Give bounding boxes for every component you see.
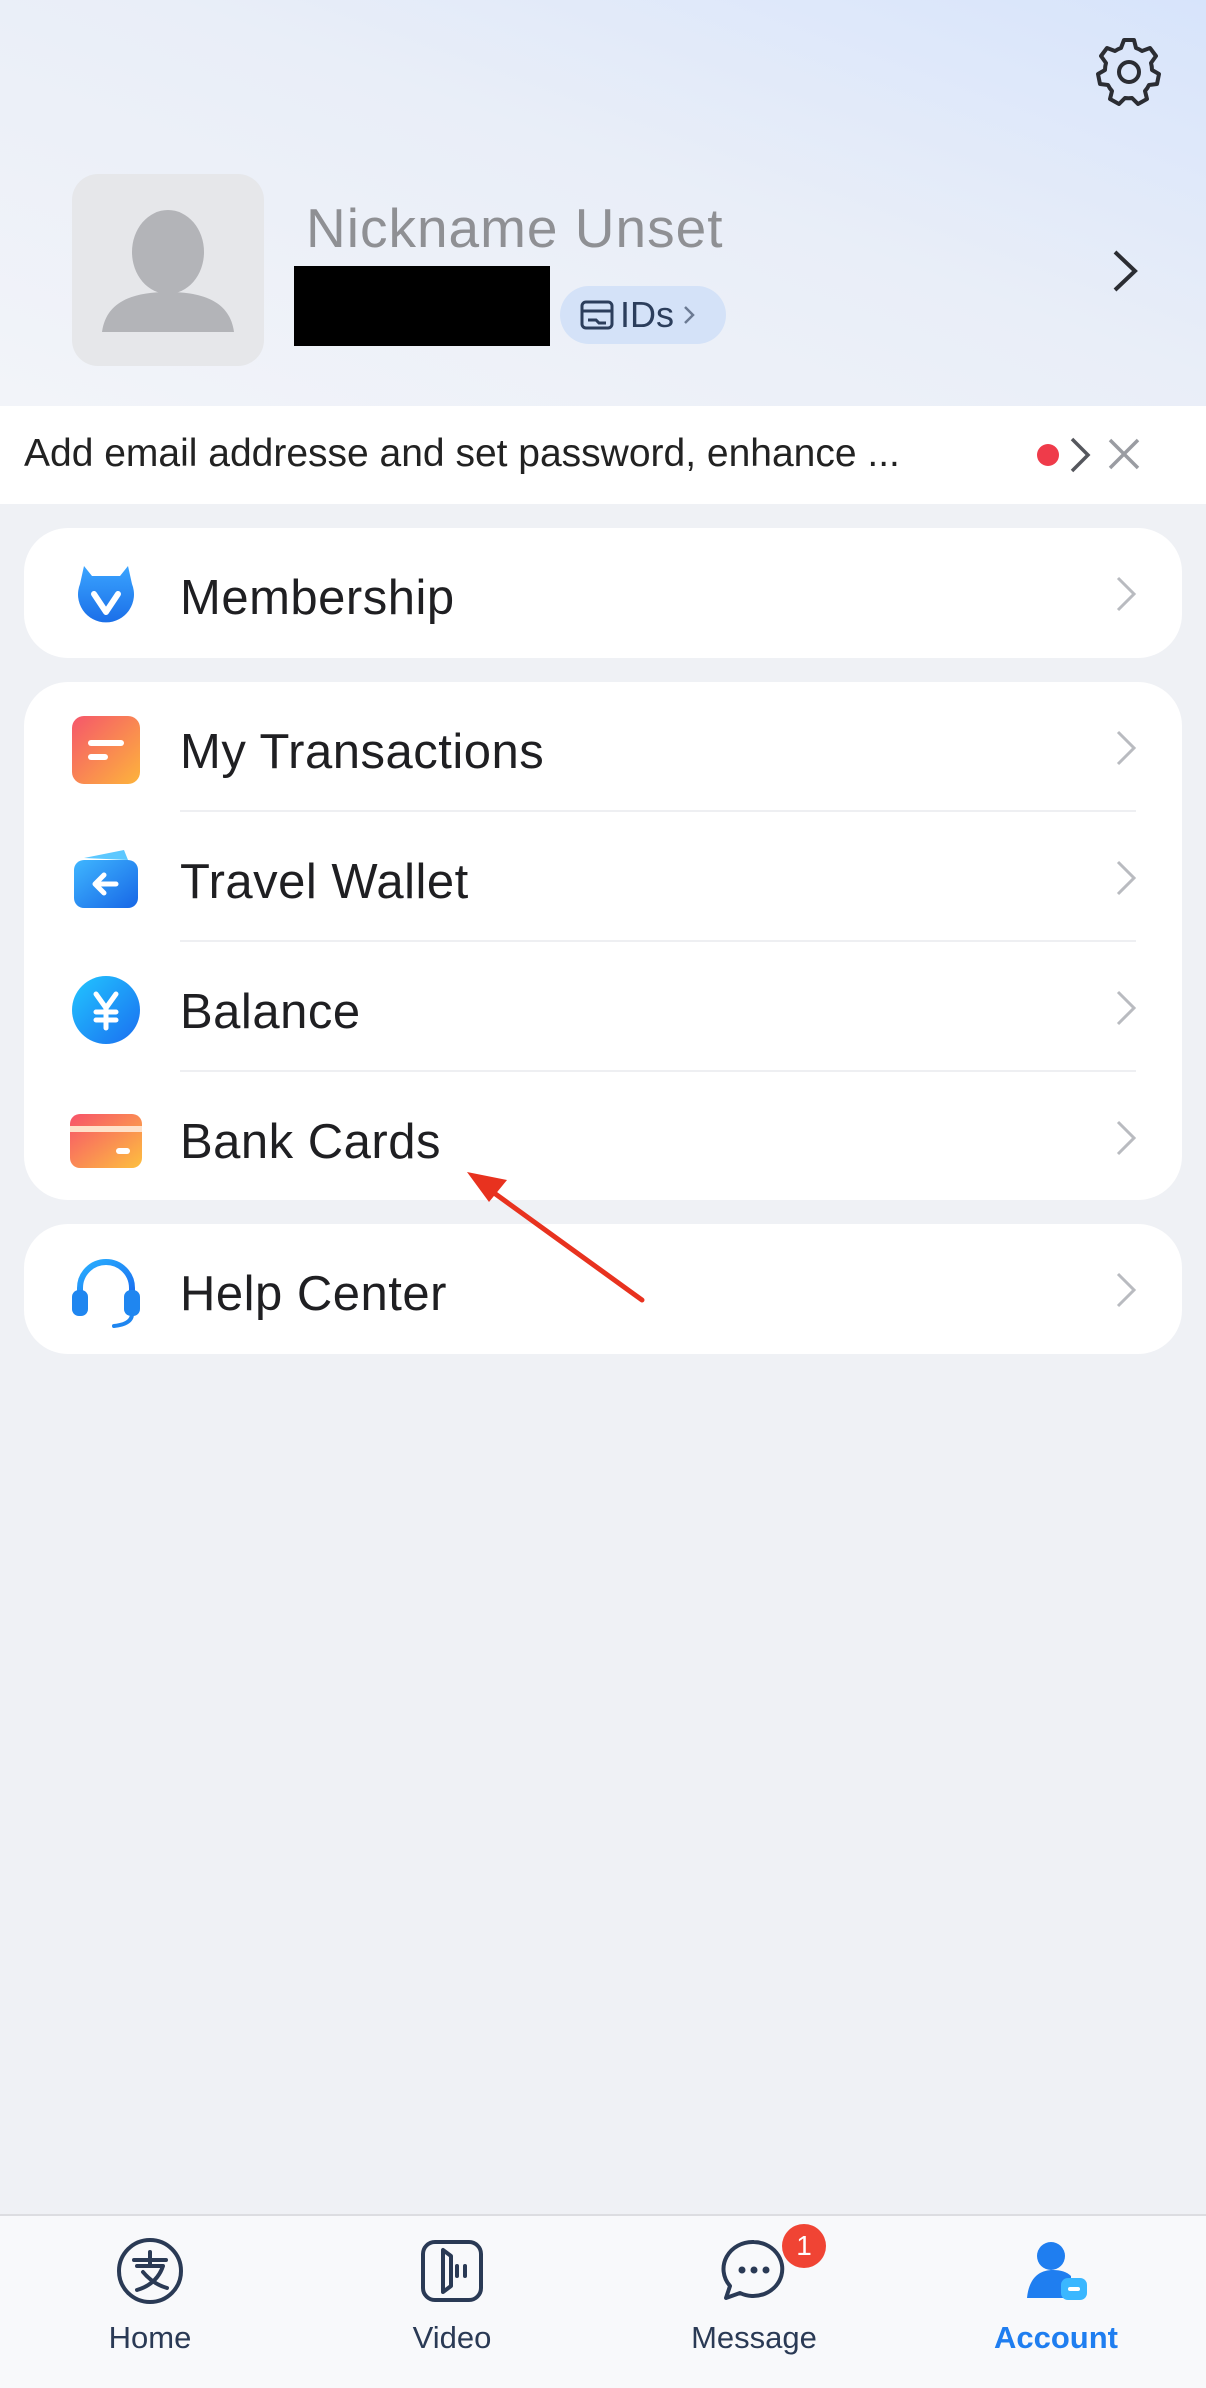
bank-card-icon xyxy=(70,1114,142,1168)
menu-item-help-center[interactable]: Help Center xyxy=(24,1224,1182,1354)
chevron-right-icon xyxy=(1116,576,1137,612)
chevron-right-icon xyxy=(1116,1120,1137,1156)
message-icon xyxy=(721,2239,785,2300)
tab-account[interactable]: Account xyxy=(936,2216,1176,2388)
profile-chevron-right-icon[interactable] xyxy=(1110,248,1140,294)
menu-item-my-transactions[interactable]: My Transactions xyxy=(24,682,1182,812)
avatar[interactable] xyxy=(72,174,264,366)
security-banner[interactable]: Add email addresse and set password, enh… xyxy=(0,406,1206,504)
headset-icon xyxy=(72,1259,140,1328)
membership-icon xyxy=(78,566,134,623)
profile-header: Nickname Unset IDs xyxy=(0,0,1206,406)
tab-label: Home xyxy=(108,2320,192,2355)
ids-label: IDs xyxy=(620,294,674,335)
unread-badge: 1 xyxy=(782,2224,826,2268)
account-icon xyxy=(1027,2242,1087,2300)
chevron-right-icon xyxy=(1116,990,1137,1026)
alipay-home-icon xyxy=(117,2238,183,2304)
menu-item-membership[interactable]: Membership xyxy=(24,528,1182,658)
menu-item-bank-cards[interactable]: Bank Cards xyxy=(24,1072,1182,1202)
wallet-card: My Transactions Travel Wallet Balance Ba… xyxy=(24,682,1182,1200)
notification-dot xyxy=(1037,444,1059,466)
tab-video[interactable]: Video xyxy=(332,2216,572,2388)
transactions-icon xyxy=(72,716,140,784)
video-icon xyxy=(421,2240,483,2302)
menu-item-label: Bank Cards xyxy=(180,1115,442,1169)
ids-button[interactable]: IDs xyxy=(560,286,726,344)
id-card-icon xyxy=(580,300,614,330)
chevron-right-icon xyxy=(684,306,695,324)
tab-label: Video xyxy=(412,2320,492,2355)
chevron-right-icon xyxy=(1116,860,1137,896)
wallet-icon xyxy=(74,850,138,908)
banner-chevron-right-icon[interactable] xyxy=(1068,436,1092,474)
tab-message[interactable]: 1 Message xyxy=(634,2216,874,2388)
banner-text: Add email addresse and set password, enh… xyxy=(24,432,900,475)
chevron-right-icon xyxy=(1116,1272,1137,1308)
tab-label: Message xyxy=(691,2320,817,2355)
tab-label: Account xyxy=(994,2320,1118,2355)
menu-item-label: My Transactions xyxy=(180,725,545,779)
menu-item-travel-wallet[interactable]: Travel Wallet xyxy=(24,812,1182,942)
tab-home[interactable]: Home xyxy=(30,2216,270,2388)
chevron-right-icon xyxy=(1116,730,1137,766)
menu-item-label: Help Center xyxy=(180,1267,447,1321)
menu-item-label: Membership xyxy=(180,571,455,625)
redacted-account-id xyxy=(294,266,550,346)
default-avatar-icon xyxy=(102,210,234,332)
yuan-icon xyxy=(72,976,140,1044)
menu-item-label: Balance xyxy=(180,985,361,1039)
membership-card: Membership xyxy=(24,528,1182,658)
settings-gear-icon[interactable] xyxy=(1094,36,1164,106)
close-icon[interactable] xyxy=(1106,436,1142,472)
menu-item-balance[interactable]: Balance xyxy=(24,942,1182,1072)
menu-item-label: Travel Wallet xyxy=(180,855,469,909)
help-card: Help Center xyxy=(24,1224,1182,1354)
nickname[interactable]: Nickname Unset xyxy=(306,196,723,260)
bottom-tab-bar: Home Video 1 Message Account xyxy=(0,2214,1206,2388)
